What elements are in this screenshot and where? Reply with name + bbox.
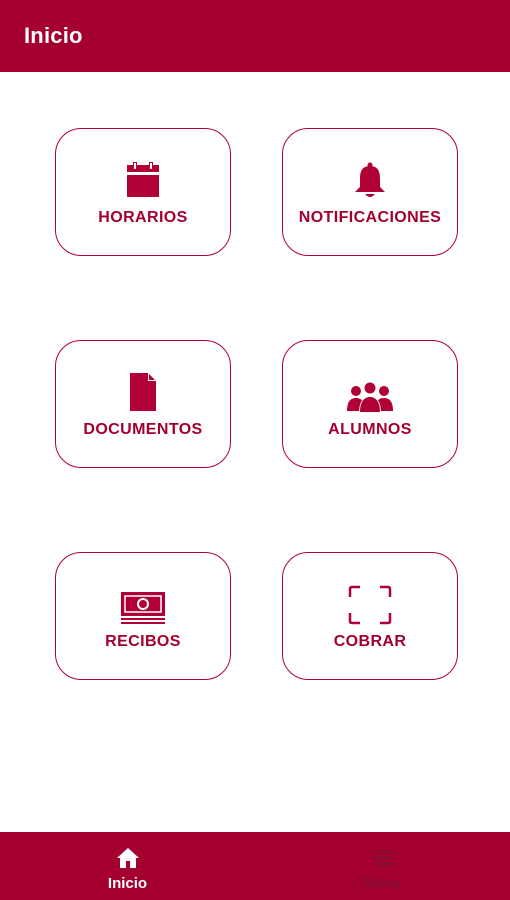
group-icon: [346, 369, 394, 413]
page-title: Inicio: [24, 23, 83, 48]
recibos-label: RECIBOS: [105, 633, 181, 650]
money-icon: [120, 581, 166, 625]
horarios-label: HORARIOS: [98, 209, 188, 226]
alumnos-label: ALUMNOS: [328, 421, 412, 438]
documentos-label: DOCUMENTOS: [83, 421, 203, 438]
nav-menu[interactable]: Menu: [255, 832, 510, 900]
alumnos-button[interactable]: ALUMNOS: [282, 340, 458, 468]
menu-icon: [372, 845, 394, 871]
documentos-button[interactable]: DOCUMENTOS: [55, 340, 231, 468]
scan-frame-icon: [348, 581, 392, 625]
recibos-button[interactable]: RECIBOS: [55, 552, 231, 680]
cobrar-label: COBRAR: [333, 633, 407, 650]
nav-menu-label: Menu: [363, 874, 402, 892]
bottom-navigation: Inicio Menu: [0, 832, 510, 900]
home-icon: [116, 845, 140, 871]
notificaciones-button[interactable]: NOTIFICACIONES: [282, 128, 458, 256]
notificaciones-label: NOTIFICACIONES: [298, 209, 442, 226]
nav-inicio[interactable]: Inicio: [0, 832, 255, 900]
horarios-button[interactable]: HORARIOS: [55, 128, 231, 256]
calendar-icon: [123, 157, 163, 201]
document-icon: [123, 369, 163, 413]
cobrar-button[interactable]: COBRAR: [282, 552, 458, 680]
nav-inicio-label: Inicio: [107, 874, 148, 892]
app-bar: Inicio: [0, 0, 510, 72]
bell-icon: [350, 157, 390, 201]
